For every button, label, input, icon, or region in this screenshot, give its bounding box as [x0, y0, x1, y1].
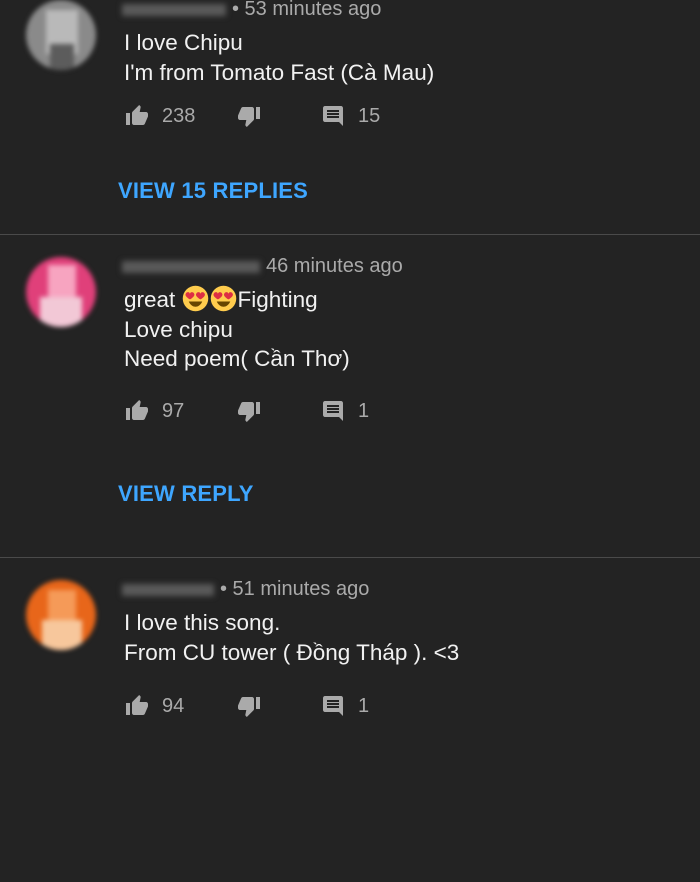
like-button[interactable]: 238 [124, 104, 195, 128]
reply-count: 15 [358, 104, 381, 127]
comment-text: great Fighting Love chipu Need poem( Cần… [124, 285, 350, 374]
author-name-redacted[interactable] [122, 3, 226, 16]
dislike-button[interactable] [236, 694, 262, 718]
thumbs-down-icon [236, 694, 262, 718]
view-reply-link[interactable]: VIEW REPLY [118, 481, 254, 507]
thumbs-up-icon [124, 694, 150, 718]
comment: 46 minutes ago great Fighting Love chipu… [0, 235, 700, 557]
comment-text: I love Chipu I'm from Tomato Fast (Cà Ma… [124, 28, 434, 87]
thumbs-down-icon [236, 104, 262, 128]
reply-button[interactable]: 1 [320, 399, 369, 423]
comment-meta: • 51 minutes ago [122, 578, 369, 601]
reply-icon [320, 694, 346, 718]
comment-timestamp: • 53 minutes ago [232, 0, 382, 20]
reply-icon [320, 104, 346, 128]
avatar[interactable] [26, 0, 96, 70]
comment-line: I'm from Tomato Fast (Cà Mau) [124, 59, 435, 85]
avatar[interactable] [26, 257, 96, 327]
thumbs-down-icon [236, 399, 262, 423]
avatar[interactable] [26, 580, 96, 650]
reply-count: 1 [358, 399, 370, 422]
comment-text: I love this song. From CU tower ( Đồng T… [124, 608, 459, 667]
like-count: 238 [162, 104, 196, 127]
heart-eyes-emoji [210, 285, 236, 312]
view-replies-link[interactable]: VIEW 15 REPLIES [118, 178, 308, 204]
comment-line: From CU tower ( Đồng Tháp ). <3 [124, 639, 460, 665]
author-name-redacted[interactable] [122, 583, 214, 596]
dislike-button[interactable] [236, 399, 262, 423]
comment-line: Love chipu [124, 316, 233, 342]
comment-line: I love Chipu [124, 30, 243, 55]
author-name-redacted[interactable] [122, 260, 260, 273]
dislike-button[interactable] [236, 104, 262, 128]
thumbs-up-icon [124, 399, 150, 423]
comment: • 53 minutes ago I love Chipu I'm from T… [0, 0, 700, 234]
heart-eyes-emoji [182, 285, 208, 312]
like-button[interactable]: 94 [124, 694, 184, 718]
comment-timestamp: • 51 minutes ago [220, 578, 370, 600]
reply-button[interactable]: 1 [320, 694, 369, 718]
comment-meta: 46 minutes ago [122, 255, 403, 278]
comment: • 51 minutes ago I love this song. From … [0, 558, 700, 882]
reply-count: 1 [358, 694, 370, 717]
comment-text-segment: great [124, 287, 182, 312]
like-count: 97 [162, 399, 185, 422]
like-count: 94 [162, 694, 185, 717]
comment-line: Need poem( Cần Thơ) [124, 346, 350, 371]
reply-button[interactable]: 15 [320, 104, 380, 128]
comment-text-segment: Fighting [237, 287, 318, 312]
like-button[interactable]: 97 [124, 399, 184, 423]
comment-line: great Fighting [124, 285, 350, 315]
comment-line: I love this song. [124, 610, 281, 635]
thumbs-up-icon [124, 104, 150, 128]
comment-timestamp: 46 minutes ago [266, 255, 403, 277]
comment-meta: • 53 minutes ago [122, 0, 381, 21]
reply-icon [320, 399, 346, 423]
